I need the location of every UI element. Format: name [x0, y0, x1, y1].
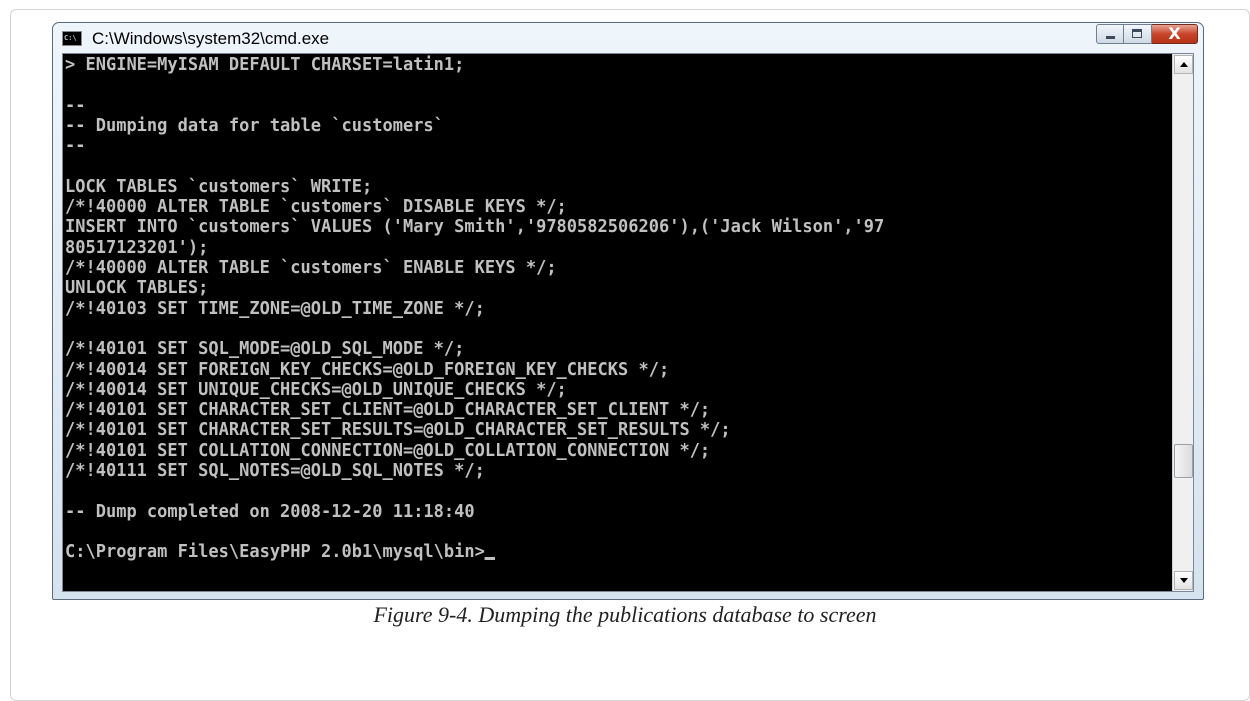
minimize-icon	[1106, 36, 1115, 39]
console-line: /*!40111 SET SQL_NOTES=@OLD_SQL_NOTES */…	[65, 460, 485, 481]
console-line: -- Dump completed on 2008-12-20 11:18:40	[65, 500, 475, 522]
title-bar[interactable]: C:\ C:\Windows\system32\cmd.exe X	[53, 23, 1203, 53]
close-button[interactable]: X	[1152, 24, 1198, 44]
arrow-down-icon	[1180, 578, 1188, 583]
console-line: /*!40103 SET TIME_ZONE=@OLD_TIME_ZONE */…	[65, 297, 485, 319]
close-icon: X	[1168, 24, 1181, 43]
vertical-scrollbar[interactable]	[1172, 54, 1193, 591]
scroll-down-button[interactable]	[1174, 571, 1193, 590]
window-title: C:\Windows\system32\cmd.exe	[92, 29, 330, 48]
arrow-up-icon	[1180, 62, 1188, 67]
console-line: --	[65, 135, 86, 157]
console-client-area: > ENGINE=MyISAM DEFAULT CHARSET=latin1; -…	[62, 53, 1194, 592]
console-line: C:\Program Files\EasyPHP 2.0b1\mysql\bin…	[65, 542, 496, 564]
console-output[interactable]: > ENGINE=MyISAM DEFAULT CHARSET=latin1; -…	[63, 54, 1173, 591]
maximize-icon	[1132, 29, 1142, 38]
maximize-button[interactable]	[1124, 24, 1152, 44]
cmd-app-icon[interactable]: C:\	[62, 31, 82, 46]
text-cursor	[484, 557, 496, 561]
figure-caption: Figure 9-4. Dumping the publications dat…	[373, 602, 877, 627]
cmd-window: C:\ C:\Windows\system32\cmd.exe X > ENGI…	[52, 22, 1204, 600]
minimize-button[interactable]	[1096, 24, 1124, 44]
console-line: -- Dumping data for table `customers`	[65, 114, 444, 136]
console-line: > ENGINE=MyISAM DEFAULT CHARSET=latin1;	[65, 54, 465, 75]
caption-buttons: X	[1096, 24, 1198, 45]
scrollbar-thumb[interactable]	[1174, 444, 1193, 478]
scroll-up-button[interactable]	[1174, 55, 1193, 74]
